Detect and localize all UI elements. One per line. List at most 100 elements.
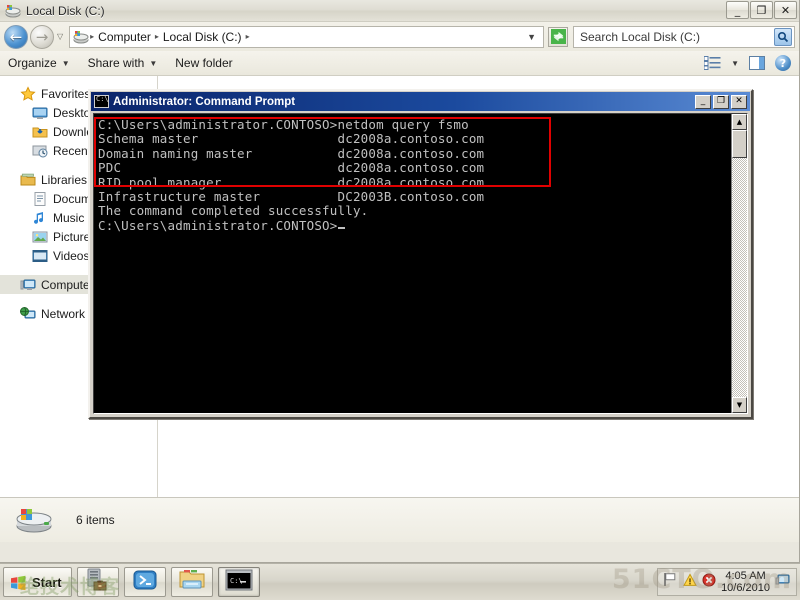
explorer-title-bar: Local Disk (C:) _ ❐ ✕ <box>0 0 799 22</box>
sidebar-label: Network <box>41 306 86 321</box>
breadcrumb-separator-2[interactable]: ▸ <box>245 32 251 41</box>
views-icon[interactable] <box>703 56 721 70</box>
chevron-down-icon: ▼ <box>149 58 158 68</box>
breadcrumb-drive-icon <box>73 29 89 45</box>
console-screen[interactable]: C:\Users\administrator.CONTOSO>netdom qu… <box>94 114 731 413</box>
sidebar-label: Videos <box>53 248 90 263</box>
organize-button[interactable]: Organize ▼ <box>8 56 70 70</box>
forward-button[interactable]: → <box>30 24 54 49</box>
explorer-window-controls: _ ❐ ✕ <box>726 1 797 19</box>
console-line: Schema master dc2008a.contoso.com <box>98 131 485 147</box>
breadcrumb-computer[interactable]: Computer <box>95 30 154 44</box>
console-minimize-button[interactable]: _ <box>695 94 711 109</box>
scrollbar-track[interactable] <box>732 158 747 397</box>
libraries-icon <box>20 172 36 188</box>
page-title: Local Disk (C:) <box>26 3 105 18</box>
console-line: C:\Users\administrator.CONTOSO>netdom qu… <box>98 117 469 132</box>
sidebar-label: Libraries <box>41 172 88 187</box>
taskbar-item-windows-explorer[interactable] <box>170 567 213 597</box>
console-cursor <box>337 226 345 229</box>
console-line: Infrastructure master DC2003B.contoso.co… <box>98 189 485 205</box>
scrollbar-thumb[interactable] <box>732 130 747 158</box>
command-toolbar: Organize ▼ Share with ▼ New folder ▼ ? <box>0 51 799 76</box>
minimize-button[interactable]: _ <box>726 1 749 19</box>
taskbar-item-powershell[interactable] <box>123 567 166 597</box>
address-bar-row: ← → ▽ ▸ Computer ▸ Local Disk (C:) ▸ ▼ S… <box>0 22 799 51</box>
address-bar[interactable]: ▸ Computer ▸ Local Disk (C:) ▸ ▼ <box>69 25 544 48</box>
console-scrollbar[interactable]: ▲ ▼ <box>731 114 747 413</box>
back-button[interactable]: ← <box>4 24 28 49</box>
sidebar-label: Favorites <box>41 86 91 101</box>
recent-places-icon <box>32 143 48 159</box>
taskbar-item-server-manager[interactable] <box>76 567 119 597</box>
console-prompt-line: C:\Users\administrator.CONTOSO> <box>98 217 731 233</box>
server-manager-icon <box>85 568 111 597</box>
recent-pages-icon[interactable]: ▽ <box>57 32 63 41</box>
views-dropdown-icon[interactable]: ▼ <box>731 59 739 68</box>
computer-icon <box>20 277 36 293</box>
new-folder-label: New folder <box>175 56 233 70</box>
console-close-button[interactable]: ✕ <box>731 94 747 109</box>
windows-logo-icon <box>10 574 27 591</box>
refresh-button[interactable] <box>548 26 568 47</box>
taskbar-item-command-prompt[interactable]: C:\ <box>217 567 260 597</box>
console-maximize-button[interactable]: ❐ <box>713 94 729 109</box>
toolbar-right-group: ▼ ? <box>703 55 791 71</box>
sidebar-label: Computer <box>41 277 94 292</box>
clock[interactable]: 4:05 AM 10/6/2010 <box>721 570 770 594</box>
help-icon[interactable]: ? <box>775 55 791 71</box>
status-item-count: 6 items <box>76 513 115 527</box>
console-prompt: C:\Users\administrator.CONTOSO> <box>98 217 338 233</box>
flag-icon[interactable] <box>663 572 678 592</box>
console-title: Administrator: Command Prompt <box>113 95 296 108</box>
pictures-icon <box>32 229 48 245</box>
explorer-icon <box>178 568 206 597</box>
console-title-bar[interactable]: Administrator: Command Prompt _ ❐ ✕ <box>91 92 750 111</box>
screen: Local Disk (C:) _ ❐ ✕ ← → ▽ ▸ Computer ▸… <box>0 0 800 600</box>
error-icon[interactable] <box>702 573 716 592</box>
preview-pane-icon[interactable] <box>749 56 765 70</box>
cmd-icon: C:\ <box>225 569 253 596</box>
console-window-controls: _ ❐ ✕ <box>695 94 748 109</box>
start-button[interactable]: Start <box>3 567 72 597</box>
details-pane: 6 items <box>0 497 799 542</box>
clock-date: 10/6/2010 <box>721 582 770 594</box>
desktop-icon <box>32 105 48 121</box>
powershell-icon <box>132 568 158 597</box>
system-tray: 4:05 AM 10/6/2010 绝技术博客 <box>20 568 797 598</box>
share-with-button[interactable]: Share with ▼ <box>88 56 158 70</box>
network-tray-icon[interactable] <box>775 573 791 592</box>
scroll-down-icon[interactable]: ▼ <box>732 397 747 413</box>
console-line: RID pool manager dc2008a.contoso.com <box>98 174 485 190</box>
console-line: PDC dc2008a.contoso.com <box>98 160 485 176</box>
videos-icon <box>32 248 48 264</box>
breadcrumb-local-disk[interactable]: Local Disk (C:) <box>160 30 245 44</box>
search-input[interactable]: Search Local Disk (C:) <box>573 25 795 48</box>
maximize-button[interactable]: ❐ <box>750 1 773 19</box>
new-folder-button[interactable]: New folder <box>175 56 232 70</box>
console-line: The command completed successfully. <box>98 203 369 219</box>
search-placeholder: Search Local Disk (C:) <box>580 29 701 44</box>
downloads-icon <box>32 124 48 140</box>
music-icon <box>32 210 48 226</box>
close-button[interactable]: ✕ <box>774 1 797 19</box>
drive-icon <box>5 3 21 19</box>
search-icon[interactable] <box>774 27 792 46</box>
console-client-area: C:\Users\administrator.CONTOSO>netdom qu… <box>93 113 748 414</box>
organize-label: Organize <box>8 56 57 70</box>
star-icon <box>20 85 36 102</box>
sidebar-label: Music <box>53 210 85 225</box>
console-line: Domain naming master dc2008a.contoso.com <box>98 145 485 161</box>
drive-icon <box>14 504 54 536</box>
taskbar: Start C:\ 51CTO.com 4:05 AM 10/6/2010 绝技… <box>0 563 800 600</box>
share-with-label: Share with <box>87 56 145 70</box>
documents-icon <box>32 191 48 207</box>
network-icon <box>20 306 36 322</box>
warning-icon[interactable] <box>683 572 697 592</box>
command-prompt-window: Administrator: Command Prompt _ ❐ ✕ C:\U… <box>88 89 753 419</box>
chevron-down-icon: ▼ <box>61 58 70 68</box>
clock-time: 4:05 AM <box>725 570 766 582</box>
scroll-up-icon[interactable]: ▲ <box>732 114 747 130</box>
address-dropdown-icon[interactable]: ▼ <box>527 32 540 42</box>
cmd-icon <box>94 95 109 108</box>
